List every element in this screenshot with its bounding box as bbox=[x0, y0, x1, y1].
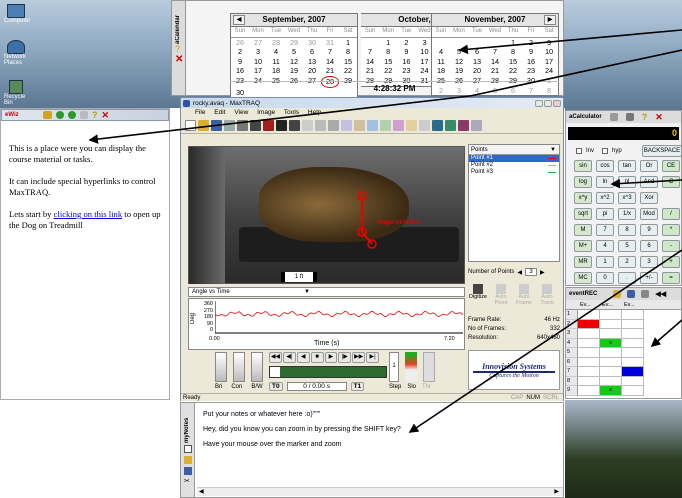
arrow-to-calculator bbox=[610, 178, 682, 189]
annotation-arrows bbox=[88, 29, 682, 433]
arrow-to-calendar bbox=[458, 29, 682, 55]
arrow-to-events bbox=[650, 319, 682, 348]
arrow-to-calendar-2 bbox=[469, 49, 682, 97]
arrow-to-wiz bbox=[88, 95, 471, 144]
arrow-to-notes bbox=[408, 249, 682, 433]
